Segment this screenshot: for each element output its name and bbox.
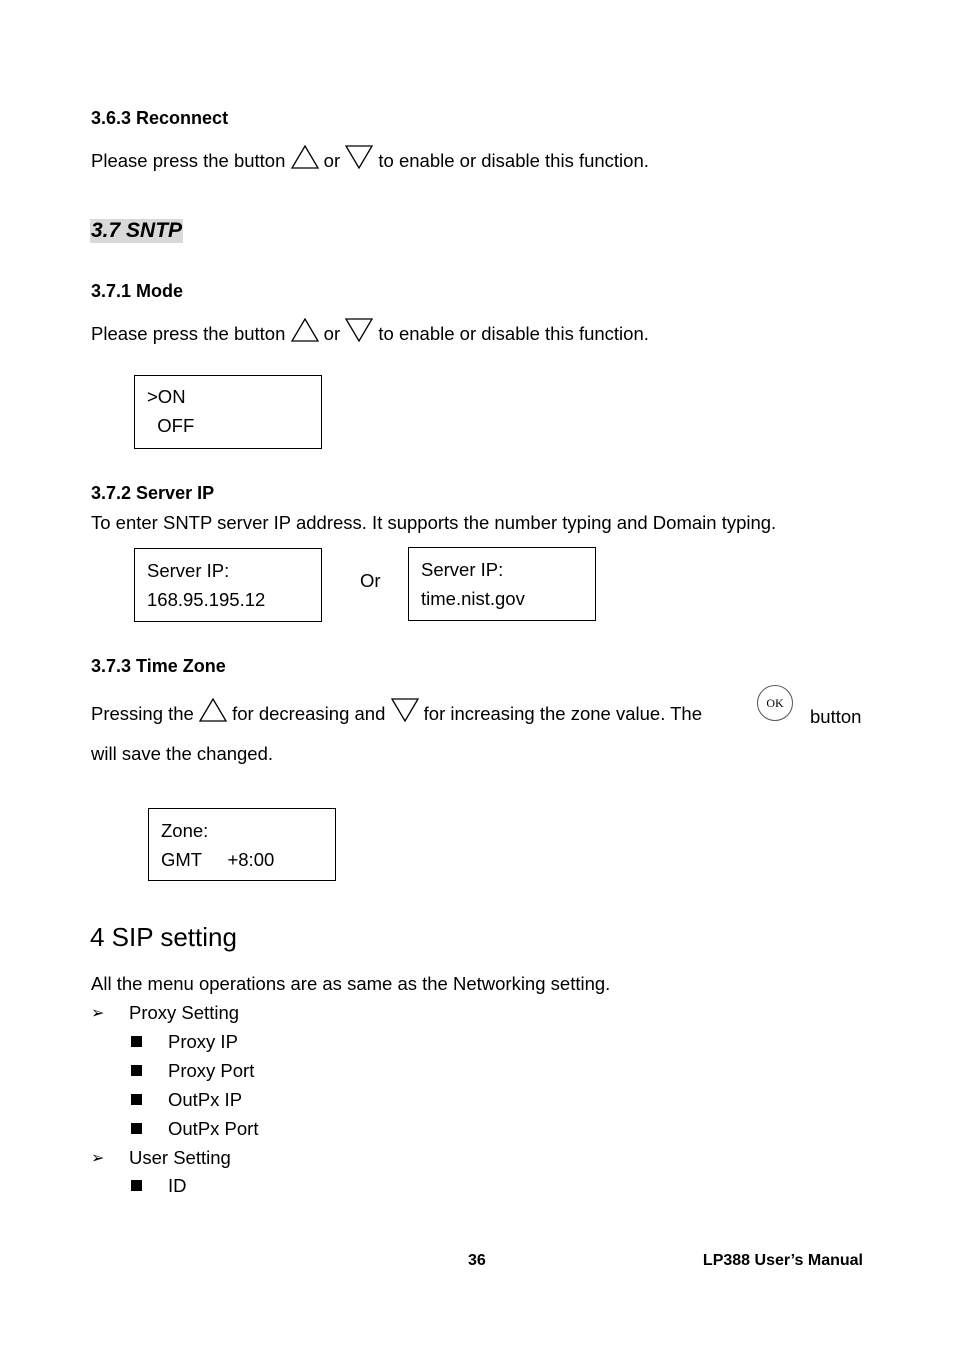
text: for increasing the zone value. The bbox=[423, 703, 703, 724]
list-item: OutPx Port bbox=[168, 1118, 259, 1139]
heading-3-6-3: 3.6.3 Reconnect bbox=[91, 108, 229, 128]
ok-button-icon: OK bbox=[757, 685, 793, 721]
arrow-bullet-icon: ➢ bbox=[91, 1005, 105, 1022]
display-line: OFF bbox=[147, 415, 195, 436]
text: button bbox=[810, 706, 862, 727]
paragraph-time-zone: Pressing the for decreasing and for incr… bbox=[91, 698, 863, 725]
text: for decreasing and bbox=[232, 703, 386, 724]
display-line: GMT +8:00 bbox=[161, 849, 275, 870]
manual-title: LP388 User’s Manual bbox=[702, 1252, 863, 1269]
text: to enable or disable this function. bbox=[378, 323, 649, 344]
display-line: Server IP: bbox=[147, 560, 230, 581]
zone-display-box: Zone: GMT +8:00 bbox=[148, 808, 336, 881]
paragraph-mode: Please press the button or to enable or … bbox=[91, 318, 649, 345]
list-item: OutPx IP bbox=[168, 1089, 243, 1110]
ok-label: OK bbox=[757, 685, 793, 721]
up-triangle-icon bbox=[291, 145, 319, 169]
text: Please press the button bbox=[91, 323, 286, 344]
square-bullet-icon bbox=[131, 1180, 142, 1191]
up-triangle-icon bbox=[291, 318, 319, 342]
down-triangle-icon bbox=[391, 698, 419, 722]
up-triangle-icon bbox=[199, 698, 227, 722]
text: Please press the button bbox=[91, 150, 286, 171]
list-item: Proxy IP bbox=[168, 1031, 238, 1052]
display-line: Server IP: bbox=[421, 559, 504, 580]
square-bullet-icon bbox=[131, 1036, 142, 1047]
list-item-group: Proxy Setting bbox=[129, 1002, 240, 1023]
display-line: time.nist.gov bbox=[421, 588, 525, 609]
text: Pressing the bbox=[91, 703, 194, 724]
paragraph-server-ip: To enter SNTP server IP address. It supp… bbox=[91, 512, 777, 533]
text: to enable or disable this function. bbox=[378, 150, 649, 171]
paragraph-reconnect: Please press the button or to enable or … bbox=[91, 145, 649, 172]
or-label: Or bbox=[360, 570, 381, 591]
list-item-group: User Setting bbox=[129, 1147, 231, 1168]
server-ip-display-box: Server IP: 168.95.195.12 bbox=[134, 548, 322, 622]
display-line: >ON bbox=[147, 386, 186, 407]
text: will save the changed. bbox=[91, 743, 274, 764]
chapter-heading-sip: 4 SIP setting bbox=[90, 922, 237, 952]
square-bullet-icon bbox=[131, 1094, 142, 1105]
arrow-bullet-icon: ➢ bbox=[91, 1150, 105, 1167]
heading-3-7-3: 3.7.3 Time Zone bbox=[91, 656, 226, 676]
text: or bbox=[323, 323, 341, 344]
heading-3-7-1: 3.7.1 Mode bbox=[91, 281, 184, 301]
heading-3-7-2: 3.7.2 Server IP bbox=[91, 483, 215, 503]
page-number: 36 bbox=[468, 1252, 486, 1269]
square-bullet-icon bbox=[131, 1123, 142, 1134]
server-domain-display-box: Server IP: time.nist.gov bbox=[408, 547, 596, 621]
section-heading-sntp: 3.7 SNTP bbox=[90, 219, 184, 243]
text: or bbox=[323, 150, 341, 171]
display-line: Zone: bbox=[161, 820, 209, 841]
list-item: ID bbox=[168, 1175, 187, 1196]
down-triangle-icon bbox=[345, 318, 373, 342]
paragraph-sip-intro: All the menu operations are as same as t… bbox=[91, 973, 611, 994]
display-line: 168.95.195.12 bbox=[147, 589, 266, 610]
square-bullet-icon bbox=[131, 1065, 142, 1076]
mode-display-box: >ON OFF bbox=[134, 375, 322, 449]
list-item: Proxy Port bbox=[168, 1060, 255, 1081]
down-triangle-icon bbox=[345, 145, 373, 169]
